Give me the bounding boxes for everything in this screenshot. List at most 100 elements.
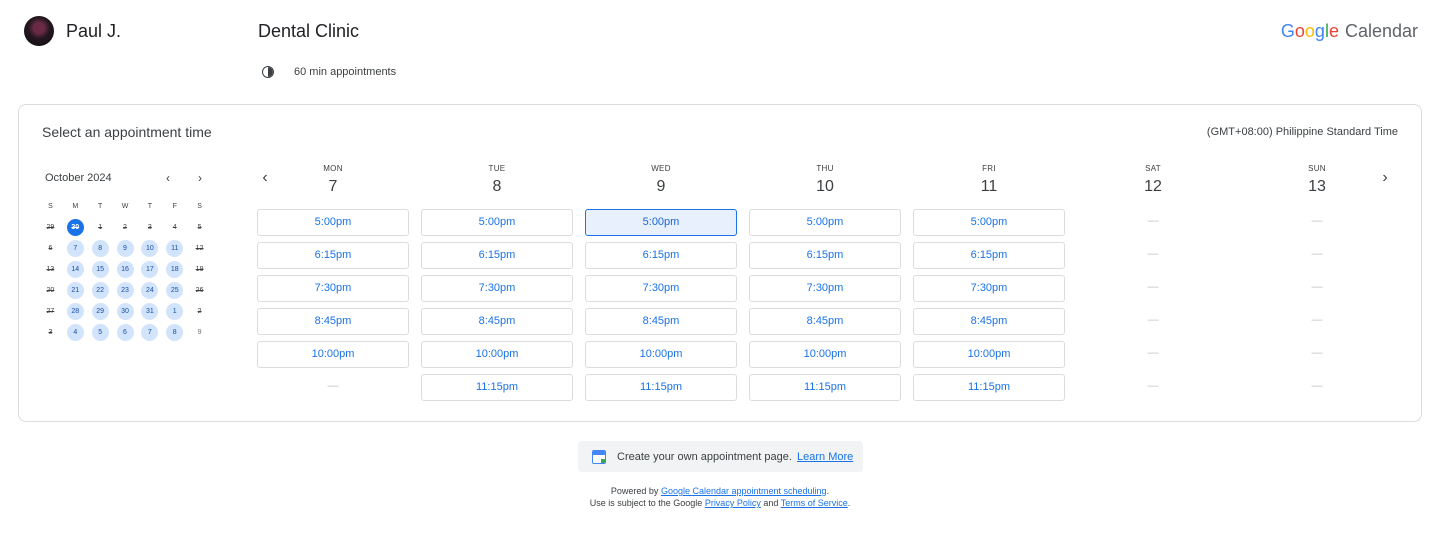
mini-calendar-day[interactable]: 8 [162,324,187,341]
time-slot-button[interactable]: 5:00pm [421,209,573,236]
time-slot-button[interactable]: 5:00pm [257,209,409,236]
day-number: 11 [980,178,998,195]
time-slot-button[interactable]: 8:45pm [585,308,737,335]
page-title: Dental Clinic [258,21,360,41]
day-column-fri: FRI 11 5:00pm 6:15pm 7:30pm 8:45pm 10:00pm 11:1… [913,164,1065,401]
time-slot-button[interactable]: 6:15pm [749,242,901,269]
mini-calendar-day[interactable]: 7 [137,324,162,341]
chevron-left-icon[interactable]: ‹ [160,170,176,186]
no-slot-dash: — [1311,248,1323,260]
mini-calendar-day[interactable]: 1 [162,303,187,320]
day-number: 13 [1308,178,1326,195]
no-slot-dash: — [1147,347,1159,359]
mini-calendar-day[interactable]: 16 [113,261,138,278]
mini-calendar-day[interactable]: 18 [162,261,187,278]
mini-calendar-day: 19 [195,266,204,273]
mini-calendar-day[interactable]: 15 [88,261,113,278]
scheduling-link[interactable]: Google Calendar appointment scheduling [661,486,827,496]
time-slot-button[interactable]: 6:15pm [585,242,737,269]
mini-calendar-day[interactable]: 29 [88,303,113,320]
mini-calendar-day[interactable]: 24 [137,282,162,299]
mini-calendar-day[interactable]: 14 [63,261,88,278]
weekday-header: S [48,203,53,210]
day-column-tue: TUE 8 5:00pm 6:15pm 7:30pm 8:45pm 10:00pm 11:15… [421,164,573,401]
mini-calendar-day[interactable]: 28 [63,303,88,320]
time-slot-button[interactable]: 7:30pm [913,275,1065,302]
mini-calendar-day[interactable]: 10 [137,240,162,257]
day-column-sat: SAT 12 — — — — — — [1077,164,1229,392]
time-slot-button[interactable]: 10:00pm [257,341,409,368]
weekday-header: T [147,203,152,210]
mini-calendar-day: 3 [48,329,53,336]
mini-calendar-day: 5 [197,224,202,231]
mini-calendar-day[interactable]: 11 [162,240,187,257]
day-of-week: WED [651,164,671,173]
mini-calendar-day-selected[interactable]: 30 [63,219,88,236]
time-slot-button[interactable]: 10:00pm [749,341,901,368]
time-slot-button[interactable]: 7:30pm [749,275,901,302]
no-slot-dash: — [1311,215,1323,227]
mini-calendar-day[interactable]: 31 [137,303,162,320]
day-column-thu: THU 10 5:00pm 6:15pm 7:30pm 8:45pm 10:00pm 11:1… [749,164,901,401]
timezone-label[interactable]: (GMT+08:00) Philippine Standard Time [1207,125,1398,139]
mini-calendar-day[interactable]: 17 [137,261,162,278]
terms-line: Use is subject to the Google Privacy Pol… [589,498,851,508]
mini-calendar-day[interactable]: 7 [63,240,88,257]
legal-notice: Powered by Google Calendar appointment s… [520,485,920,509]
mini-calendar-day[interactable]: 8 [88,240,113,257]
no-slot-dash: — [1147,248,1159,260]
time-slot-button[interactable]: 6:15pm [421,242,573,269]
mini-calendar-row: SMTWTFS [38,196,212,217]
mini-calendar-day: 1 [98,224,103,231]
mini-calendar-day[interactable]: 6 [113,324,138,341]
mini-calendar-day[interactable]: 4 [63,324,88,341]
mini-calendar-row: 29 30 1 2 3 4 5 [38,217,212,238]
terms-of-service-link[interactable]: Terms of Service [781,498,848,508]
no-slot-dash: — [1311,281,1323,293]
mini-calendar-day: 4 [172,224,177,231]
day-column-wed: WED 9 5:00pm 6:15pm 7:30pm 8:45pm 10:00pm 11:15… [585,164,737,401]
time-slot-button[interactable]: 11:15pm [749,374,901,401]
time-slot-button[interactable]: 6:15pm [913,242,1065,269]
mini-calendar-day: 12 [195,245,204,252]
no-slot-dash: — [1147,314,1159,326]
time-slot-button[interactable]: 8:45pm [421,308,573,335]
learn-more-link[interactable]: Learn More [797,451,853,464]
time-slot-button[interactable]: 10:00pm [421,341,573,368]
time-slot-button[interactable]: 10:00pm [913,341,1065,368]
day-number: 7 [328,178,338,195]
mini-calendar-day[interactable]: 30 [113,303,138,320]
google-calendar-logo: Google Calendar [1280,21,1418,41]
time-slot-button[interactable]: 8:45pm [257,308,409,335]
day-number: 10 [816,178,834,195]
time-slot-button[interactable]: 5:00pm [749,209,901,236]
mini-calendar-day: 20 [46,287,55,294]
mini-calendar-day[interactable]: 22 [88,282,113,299]
time-slot-button[interactable]: 8:45pm [749,308,901,335]
mini-calendar-day[interactable]: 5 [88,324,113,341]
time-slot-button[interactable]: 11:15pm [421,374,573,401]
time-slot-button[interactable]: 7:30pm [257,275,409,302]
time-slot-button[interactable]: 8:45pm [913,308,1065,335]
mini-calendar-day: 6 [48,245,53,252]
mini-calendar-day: 9 [197,329,202,336]
time-slot-button[interactable]: 7:30pm [585,275,737,302]
time-slot-button[interactable]: 6:15pm [257,242,409,269]
time-slot-button[interactable]: 10:00pm [585,341,737,368]
mini-calendar-grid: S M T W T F S 29 30 1 2 3 4 5 6 7 8 9 10 11 12 13 14 15 16 17 18 19… [38,196,212,343]
mini-calendar-row: 3 45678 9 [38,322,212,343]
mini-calendar-day[interactable]: 25 [162,282,187,299]
day-of-week: TUE [488,164,506,173]
time-slot-button[interactable]: 11:15pm [585,374,737,401]
time-slot-button[interactable]: 7:30pm [421,275,573,302]
mini-calendar-day[interactable]: 23 [113,282,138,299]
time-slot-button[interactable]: 5:00pm [585,209,737,236]
chevron-right-icon[interactable]: › [192,170,208,186]
time-slot-button[interactable]: 11:15pm [913,374,1065,401]
privacy-policy-link[interactable]: Privacy Policy [705,498,761,508]
day-number: 12 [1144,178,1162,195]
mini-calendar-day[interactable]: 9 [113,240,138,257]
mini-calendar-day[interactable]: 21 [63,282,88,299]
weekday-header: W [121,203,129,210]
time-slot-button[interactable]: 5:00pm [913,209,1065,236]
